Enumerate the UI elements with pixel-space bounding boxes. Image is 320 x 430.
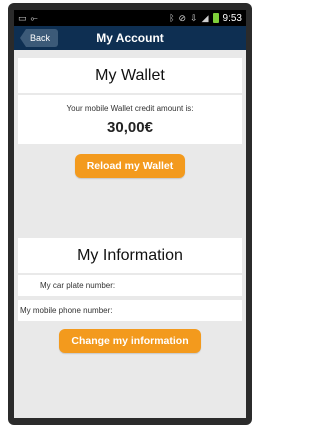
battery-icon [212, 13, 219, 23]
wallet-title-card: My Wallet [18, 58, 242, 93]
information-section-title: My Information [77, 247, 183, 264]
phone-number-row[interactable]: My mobile phone number: [18, 300, 242, 321]
bluetooth-icon: ᛒ [169, 12, 175, 23]
reload-button-wrap: Reload my Wallet [14, 146, 246, 178]
reload-wallet-button[interactable]: Reload my Wallet [74, 154, 186, 178]
app-header: Back My Account [14, 26, 246, 50]
phone-screen: ▭ ⟜ ᛒ ⊘ ⇩ ◢ 9:53 Back My Account My Wall… [14, 10, 246, 418]
wallet-credit-info: Your mobile Wallet credit amount is: 30,… [18, 95, 242, 144]
phone-number-label: My mobile phone number: [20, 306, 113, 315]
change-button-wrap: Change my information [14, 325, 246, 353]
change-information-button[interactable]: Change my information [59, 329, 201, 353]
car-plate-row[interactable]: My car plate number: [18, 275, 242, 296]
page-title: My Account [96, 31, 164, 45]
credit-amount: 30,00€ [107, 119, 153, 136]
information-title-card: My Information [18, 238, 242, 273]
main-content: My Wallet Your mobile Wallet credit amou… [14, 50, 246, 353]
usb-icon: ⟜ [30, 12, 38, 23]
back-button[interactable]: Back [20, 29, 59, 47]
car-plate-label: My car plate number: [40, 281, 116, 290]
status-right: ᛒ ⊘ ⇩ ◢ 9:53 [169, 13, 242, 24]
status-bar: ▭ ⟜ ᛒ ⊘ ⇩ ◢ 9:53 [14, 10, 246, 26]
wallet-credit-card: Your mobile Wallet credit amount is: 30,… [18, 95, 242, 144]
image-icon: ▭ [18, 12, 27, 23]
status-left: ▭ ⟜ [18, 12, 38, 23]
status-time: 9:53 [222, 12, 242, 24]
download-icon: ⇩ [190, 12, 198, 23]
signal-icon: ◢ [201, 12, 209, 23]
credit-label: Your mobile Wallet credit amount is: [66, 104, 194, 113]
wallet-section-title: My Wallet [95, 67, 165, 84]
mute-icon: ⊘ [178, 12, 187, 23]
